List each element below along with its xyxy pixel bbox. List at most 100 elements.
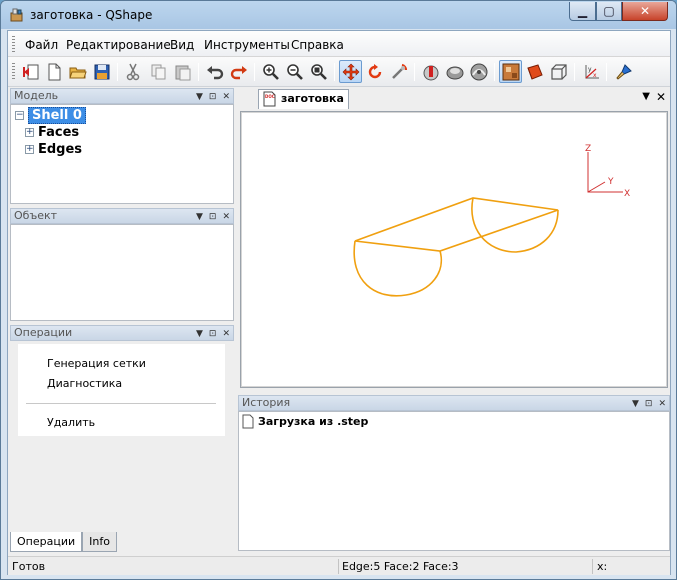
menu-edit[interactable]: Редактирование — [66, 38, 171, 52]
menu-help[interactable]: Справка — [291, 38, 344, 52]
expand-icon[interactable]: + — [25, 127, 34, 137]
history-item[interactable]: Загрузка из .step — [242, 414, 368, 429]
title-bar[interactable]: заготовка - QShape ▁ ▢ ✕ — [1, 1, 676, 29]
open-button[interactable] — [66, 60, 89, 83]
maximize-button[interactable]: ▢ — [596, 2, 622, 21]
chevron-down-icon[interactable]: ▼ — [632, 397, 639, 411]
rotate-tool-button[interactable] — [387, 60, 410, 83]
paste-button[interactable] — [171, 60, 194, 83]
float-icon[interactable]: ⊡ — [209, 90, 217, 104]
shaded-view-icon — [502, 63, 519, 80]
3d-viewport[interactable]: Z Y X — [240, 111, 668, 388]
chevron-down-icon[interactable]: ▼ — [196, 210, 203, 224]
redo-button[interactable] — [227, 60, 250, 83]
tree-item-label: Faces — [38, 124, 80, 140]
menu-bar: Файл Редактирование Вид Инструменты Спра… — [8, 31, 670, 57]
tree-item-label: Edges — [38, 141, 83, 157]
zoom-in-button[interactable] — [259, 60, 282, 83]
document-icon: DOC — [263, 91, 276, 107]
zoom-out-button[interactable] — [283, 60, 306, 83]
menu-view[interactable]: Вид — [170, 38, 194, 52]
history-list: Загрузка из .step — [238, 411, 670, 551]
tree-item-edges[interactable]: + Edges — [25, 141, 82, 157]
surface-view-icon — [526, 63, 543, 80]
toolbar-separator — [198, 63, 199, 81]
op-mesh-generation[interactable]: Генерация сетки — [47, 357, 146, 370]
minimize-button[interactable]: ▁ — [569, 2, 596, 21]
object-panel-title[interactable]: Объект ▼ ⊡ ✕ — [10, 208, 234, 224]
maximize-icon: ▢ — [603, 4, 615, 18]
rotate-button[interactable] — [363, 60, 386, 83]
history-panel-title[interactable]: История ▼ ⊡ ✕ — [238, 395, 670, 411]
collapse-icon[interactable]: − — [15, 110, 24, 120]
tree-item-faces[interactable]: + Faces — [25, 124, 79, 140]
edge-tool-button[interactable] — [419, 60, 442, 83]
tree-item-shell[interactable]: − Shell 0 — [15, 106, 86, 124]
float-icon[interactable]: ⊡ — [645, 397, 653, 411]
status-coords: x: — [597, 560, 608, 573]
float-icon[interactable]: ⊡ — [209, 327, 217, 341]
copy-button[interactable] — [147, 60, 170, 83]
rotate-tool-icon — [391, 63, 407, 79]
new-doc-button[interactable] — [42, 60, 65, 83]
cut-button[interactable] — [121, 60, 144, 83]
operations-panel-title[interactable]: Операции ▼ ⊡ ✕ — [10, 325, 234, 341]
toolbar-grip[interactable] — [12, 63, 15, 81]
brush-button[interactable] — [612, 60, 635, 83]
undo-button[interactable] — [203, 60, 226, 83]
op-delete[interactable]: Удалить — [47, 416, 95, 429]
save-button[interactable] — [90, 60, 113, 83]
model-panel-title[interactable]: Модель ▼ ⊡ ✕ — [10, 88, 234, 104]
status-divider — [338, 559, 339, 574]
shaded-view-button[interactable] — [499, 60, 522, 83]
dock-controls: ▼ ⊡ ✕ — [632, 397, 666, 411]
close-icon[interactable]: ✕ — [222, 90, 230, 104]
axes-button[interactable]: yx — [579, 60, 602, 83]
tab-document[interactable]: DOC заготовка — [258, 89, 349, 109]
menu-grip[interactable] — [12, 36, 15, 52]
shape-tool-icon — [470, 63, 487, 80]
redo-icon — [230, 65, 247, 79]
menu-tools[interactable]: Инструменты — [204, 38, 290, 52]
surface-view-button[interactable] — [523, 60, 546, 83]
axis-triad — [587, 152, 623, 193]
history-item-label: Загрузка из .step — [258, 415, 369, 428]
close-icon[interactable]: ✕ — [222, 327, 230, 341]
axes-icon: yx — [584, 64, 599, 79]
wireframe-view-button[interactable] — [547, 60, 570, 83]
face-tool-button[interactable] — [443, 60, 466, 83]
chevron-down-icon[interactable]: ▼ — [196, 327, 203, 341]
status-selection: Edge:5 Face:2 Face:3 — [342, 560, 459, 573]
op-diagnostics[interactable]: Диагностика — [47, 377, 122, 390]
top-face-edges — [354, 197, 559, 252]
pan-button[interactable] — [339, 60, 362, 83]
close-doc-button[interactable] — [19, 60, 42, 83]
cut-icon — [126, 63, 139, 80]
close-icon[interactable]: ✕ — [656, 90, 666, 104]
toolbar-separator — [574, 63, 575, 81]
axis-z-x-lines — [587, 152, 623, 193]
operations-list: Генерация сетки Диагностика Удалить — [18, 344, 225, 436]
tab-operations[interactable]: Операции — [10, 532, 83, 552]
toolbar-separator — [606, 63, 607, 81]
document-tab-bar: DOC заготовка ▼ ✕ — [237, 87, 670, 109]
menu-file[interactable]: Файл — [25, 38, 58, 52]
expand-icon[interactable]: + — [25, 144, 34, 154]
status-bar: Готов Edge:5 Face:2 Face:3 x: — [8, 556, 670, 575]
shape-tool-button[interactable] — [467, 60, 490, 83]
open-folder-icon — [68, 67, 87, 78]
model-view: Z Y X — [353, 144, 630, 297]
tab-info[interactable]: Info — [82, 532, 117, 552]
document-tab-label: заготовка — [281, 92, 344, 105]
main-toolbar: yx — [8, 57, 670, 87]
float-icon[interactable]: ⊡ — [209, 210, 217, 224]
close-icon[interactable]: ✕ — [658, 397, 666, 411]
dock-controls: ▼ ⊡ ✕ — [196, 327, 230, 341]
edge-tool-icon — [423, 65, 438, 80]
close-button[interactable]: ✕ — [622, 2, 668, 21]
close-icon[interactable]: ✕ — [222, 210, 230, 224]
zoom-fit-button[interactable] — [307, 60, 330, 83]
chevron-down-icon[interactable]: ▼ — [642, 91, 650, 102]
chevron-down-icon[interactable]: ▼ — [196, 90, 203, 104]
svg-text:y: y — [588, 66, 592, 73]
